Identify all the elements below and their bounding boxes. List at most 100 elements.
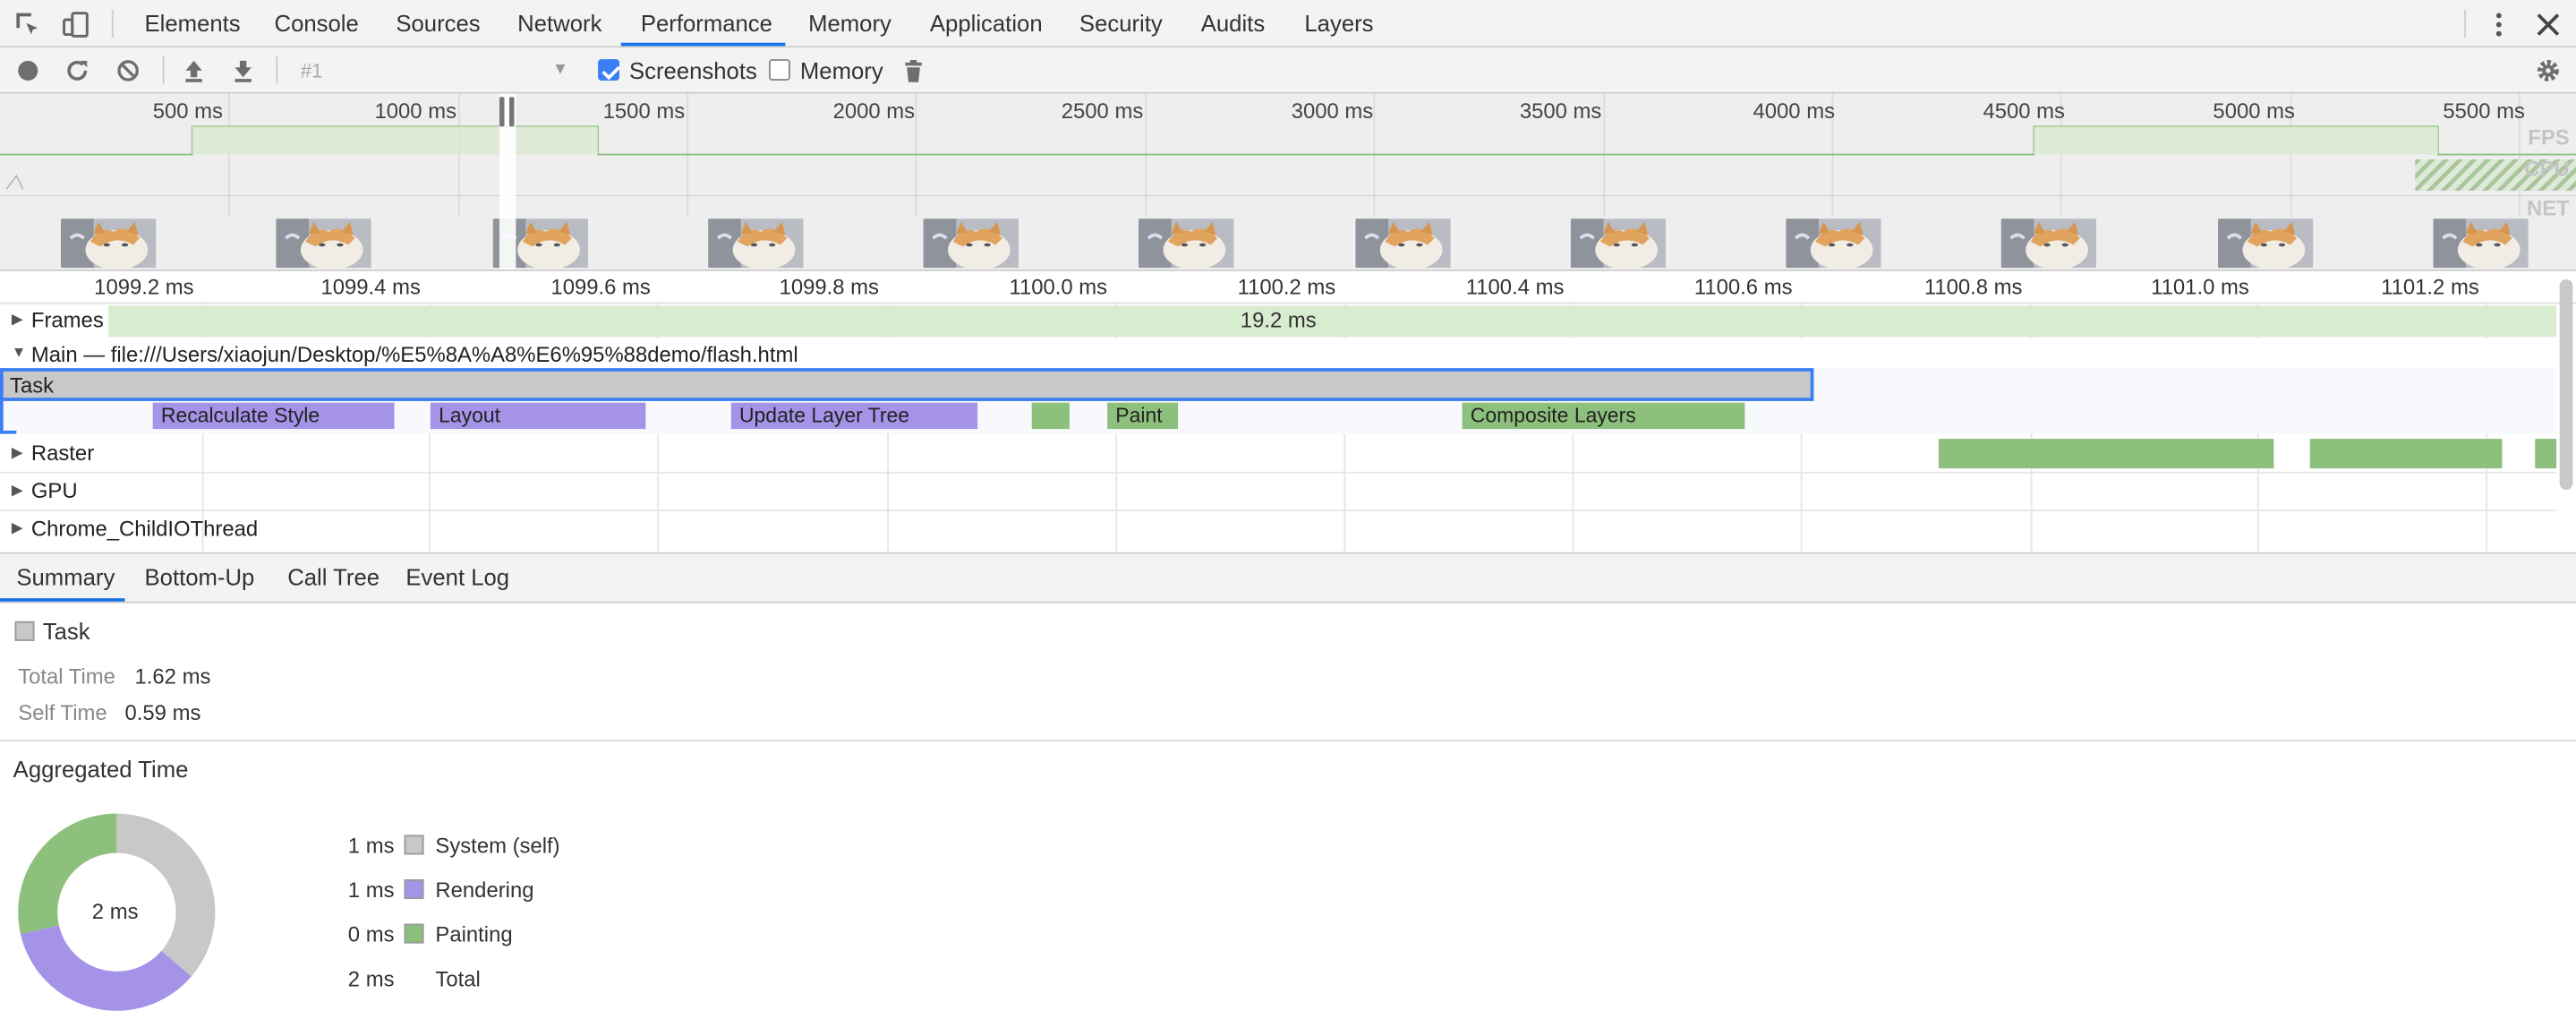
active-tab-indicator: [0, 598, 125, 602]
main-track-label: Main — file:///Users/xiaojun/Desktop/%E5…: [30, 341, 798, 367]
tab-summary[interactable]: Summary: [16, 554, 115, 602]
toolbar-separator: [162, 56, 165, 84]
screenshot-thumbnail[interactable]: [1570, 218, 1667, 269]
tab-memory[interactable]: Memory: [808, 0, 891, 46]
donut-center-label: 2 ms: [91, 899, 139, 924]
expand-triangle-icon[interactable]: ▶: [12, 482, 23, 500]
screenshot-thumbnail[interactable]: [60, 218, 157, 269]
legend-painting-swatch: [404, 923, 424, 944]
tab-audits[interactable]: Audits: [1201, 0, 1265, 46]
collapse-triangle-icon[interactable]: ▼: [12, 344, 26, 360]
summary-panel: Task Total Time 1.62 ms Self Time 0.59 m…: [0, 603, 2576, 1019]
fps-cpu-graph: [0, 125, 2576, 196]
raster-task-bar[interactable]: [2535, 439, 2557, 469]
screenshot-thumbnail[interactable]: [1786, 218, 1881, 269]
event-recalculate-style[interactable]: Recalculate Style: [152, 402, 395, 430]
screenshot-thumbnail[interactable]: [2433, 218, 2529, 269]
legend-total-value: 2 ms: [347, 966, 395, 991]
overview-selection[interactable]: [499, 93, 516, 270]
expand-triangle-icon[interactable]: ▶: [12, 444, 23, 462]
memory-checkbox[interactable]: [769, 59, 790, 81]
main-track[interactable]: ▼ Main — file:///Users/xiaojun/Desktop/%…: [0, 338, 2557, 434]
event-paint[interactable]: Paint: [1107, 402, 1179, 430]
ruler-tick: 1100.8 ms: [1923, 274, 2023, 300]
performance-toolbar: #1 ▼ Screenshots Memory: [0, 47, 2576, 94]
summary-title: Task: [42, 618, 90, 645]
screenshot-thumbnail[interactable]: [276, 218, 371, 269]
screenshot-thumbnail[interactable]: [2000, 218, 2097, 269]
expand-triangle-icon[interactable]: ▶: [12, 519, 23, 537]
tab-performance[interactable]: Performance: [641, 0, 772, 46]
frames-track-label: Frames: [30, 307, 104, 332]
record-icon[interactable]: [15, 57, 41, 83]
legend-total-name: Total: [435, 966, 481, 991]
flame-scrollbar[interactable]: [2559, 279, 2573, 490]
flame-chart[interactable]: 1099.2 ms 1099.4 ms 1099.6 ms 1099.8 ms …: [0, 270, 2576, 554]
save-profile-icon[interactable]: [230, 57, 256, 83]
reload-icon[interactable]: [64, 57, 90, 83]
tab-network[interactable]: Network: [517, 0, 601, 46]
ruler-tick: 1099.2 ms: [94, 274, 194, 300]
inspect-element-icon[interactable]: [13, 10, 43, 39]
fps-lane-label: FPS: [2528, 124, 2570, 150]
session-select-value: #1: [300, 59, 323, 82]
devtools-window: Elements Console Sources Network Perform…: [0, 0, 2576, 1019]
summary-divider: [0, 739, 2576, 741]
tab-layers[interactable]: Layers: [1304, 0, 1373, 46]
close-icon[interactable]: [2533, 10, 2563, 39]
tab-sources[interactable]: Sources: [396, 0, 480, 46]
trash-icon[interactable]: [900, 57, 926, 83]
toolbar-separator: [276, 56, 278, 84]
raster-task-bar[interactable]: [2309, 439, 2503, 469]
legend-system-value: 1 ms: [347, 833, 395, 859]
childio-track[interactable]: ▶ Chrome_ChildIOThread: [0, 511, 2556, 549]
device-toolbar-icon[interactable]: [61, 10, 90, 39]
screenshot-thumbnail[interactable]: [2217, 218, 2314, 269]
ruler-tick: 1099.8 ms: [779, 274, 879, 300]
tab-console[interactable]: Console: [275, 0, 359, 46]
tab-event-log[interactable]: Event Log: [405, 554, 509, 602]
raster-track-label: Raster: [30, 440, 95, 466]
screenshot-thumbnail[interactable]: [923, 218, 1019, 269]
more-options-icon[interactable]: [2484, 10, 2513, 39]
screenshots-checkbox[interactable]: [598, 59, 619, 81]
tab-security[interactable]: Security: [1079, 0, 1163, 46]
frame-bar[interactable]: [108, 305, 2557, 338]
gear-icon[interactable]: [2535, 57, 2561, 83]
donut-slice-rendering: [20, 925, 192, 1011]
main-tab-bar: Elements Console Sources Network Perform…: [0, 0, 2576, 48]
selection-right-handle[interactable]: [509, 97, 515, 127]
raster-track[interactable]: ▶ Raster: [0, 435, 2557, 473]
legend-painting-name: Painting: [435, 921, 513, 947]
tab-elements[interactable]: Elements: [145, 0, 241, 46]
tab-call-tree[interactable]: Call Tree: [287, 554, 380, 602]
load-profile-icon[interactable]: [181, 57, 207, 83]
event-paint-small[interactable]: [1031, 402, 1070, 430]
raster-task-bar[interactable]: [1938, 439, 2274, 469]
screenshot-thumbnail[interactable]: [1355, 218, 1451, 269]
expand-triangle-icon[interactable]: ▶: [12, 311, 23, 329]
self-time-label: Self Time: [18, 699, 107, 725]
event-update-layer-tree[interactable]: Update Layer Tree: [730, 402, 978, 430]
task-bar[interactable]: Task: [0, 368, 1814, 401]
event-composite-layers[interactable]: Composite Layers: [1462, 402, 1745, 430]
memory-label: Memory: [799, 57, 883, 84]
gpu-track[interactable]: ▶ GPU: [0, 474, 2556, 511]
tab-bottom-up[interactable]: Bottom-Up: [145, 554, 255, 602]
task-color-swatch: [14, 621, 35, 641]
timeline-overview[interactable]: 500 ms 1000 ms 1500 ms 2000 ms 2500 ms 3…: [0, 93, 2576, 271]
session-select[interactable]: #1 ▼: [289, 56, 572, 85]
ruler-tick: 1100.2 ms: [1237, 274, 1336, 300]
clear-icon[interactable]: [115, 57, 141, 83]
total-time-value: 1.62 ms: [134, 664, 211, 689]
details-tab-bar: Summary Bottom-Up Call Tree Event Log: [0, 553, 2576, 604]
tab-application[interactable]: Application: [930, 0, 1043, 46]
screenshot-thumbnail[interactable]: [1139, 218, 1234, 269]
screenshot-thumbnail[interactable]: [708, 218, 804, 269]
event-layout[interactable]: Layout: [430, 402, 646, 430]
frames-track[interactable]: ▶ Frames 19.2 ms: [0, 304, 2557, 339]
selection-left-handle[interactable]: [499, 97, 505, 127]
ruler-tick: 1101.2 ms: [2381, 274, 2479, 300]
ruler-tick: 1100.0 ms: [1009, 274, 1108, 300]
tab-separator: [2464, 10, 2467, 39]
